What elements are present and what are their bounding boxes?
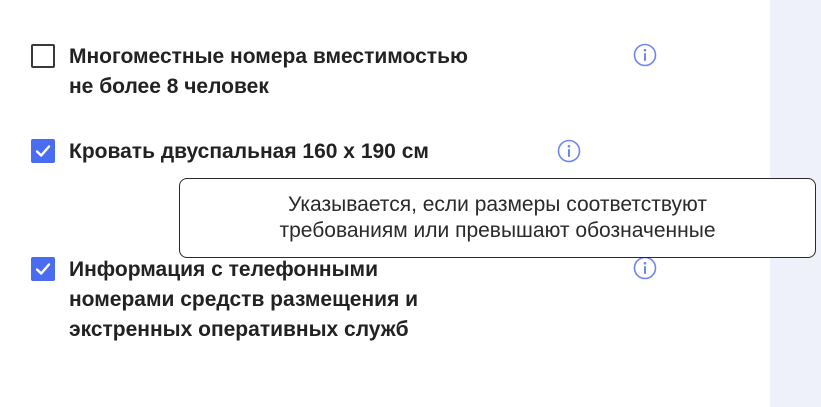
option-label-line: экстренных оперативных служб	[69, 318, 409, 341]
option-multi-bed-rooms[interactable]: Многоместные номера вместимостью не боле…	[31, 42, 468, 102]
checkbox-phone-info[interactable]	[31, 257, 55, 281]
option-label-line: не более 8 человек	[69, 75, 269, 98]
option-double-bed[interactable]: Кровать двуспальная 160 х 190 см	[31, 137, 429, 167]
option-phone-info[interactable]: Информация с телефонными номерами средст…	[31, 255, 418, 345]
info-icon[interactable]	[557, 139, 581, 163]
tooltip-line: требованиям или превышают обозначенные	[279, 219, 716, 242]
option-label-line: Многоместные номера вместимостью	[69, 45, 468, 68]
tooltip-line: Указывается, если размеры соответствуют	[288, 193, 707, 216]
option-label: Кровать двуспальная 160 х 190 см	[69, 137, 429, 167]
option-label-line: номерами средств размещения и	[69, 288, 419, 311]
option-label-line: Информация с телефонными	[69, 258, 378, 281]
checkmark-icon	[35, 145, 51, 157]
option-label-line: Кровать двуспальная 160 х 190 см	[69, 140, 429, 163]
option-label: Информация с телефонными номерами средст…	[69, 255, 418, 345]
checkbox-double-bed[interactable]	[31, 139, 55, 163]
option-label: Многоместные номера вместимостью не боле…	[69, 42, 468, 102]
checkbox-multi-bed-rooms[interactable]	[31, 44, 55, 68]
info-icon[interactable]	[633, 256, 657, 280]
info-tooltip: Указывается, если размеры соответствуют …	[179, 178, 816, 258]
info-icon[interactable]	[633, 43, 657, 67]
checkmark-icon	[35, 263, 51, 275]
